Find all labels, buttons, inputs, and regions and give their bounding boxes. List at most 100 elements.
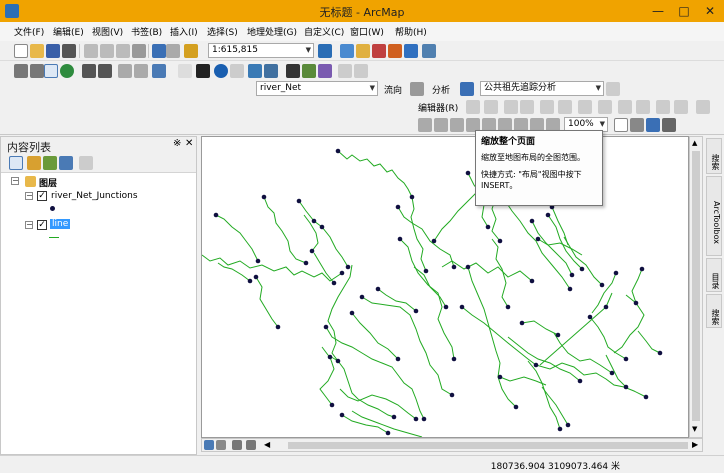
- delete-icon[interactable]: [132, 44, 146, 58]
- flag-icon[interactable]: [460, 82, 474, 96]
- search-tab[interactable]: 搜索: [706, 138, 722, 174]
- list-by-drawing-order-icon[interactable]: [9, 156, 23, 170]
- pan-icon[interactable]: [44, 64, 58, 78]
- trace-icon[interactable]: [540, 100, 554, 114]
- layout-pan-icon[interactable]: [450, 118, 464, 132]
- measure-icon[interactable]: [264, 64, 278, 78]
- collapse-icon[interactable]: −: [11, 177, 19, 185]
- data-view-icon[interactable]: [204, 440, 214, 450]
- new-document-icon[interactable]: [14, 44, 28, 58]
- scroll-down-icon[interactable]: ▼: [692, 425, 697, 433]
- paste-icon[interactable]: [116, 44, 130, 58]
- map-scale-combo[interactable]: 1:615,815 ▼: [208, 43, 314, 58]
- list-by-selection-icon[interactable]: [59, 156, 73, 170]
- flow-direction-menu[interactable]: 流向: [384, 83, 402, 96]
- zoom-out-icon[interactable]: [30, 64, 44, 78]
- straight-segment-icon[interactable]: [504, 100, 518, 114]
- analysis-menu[interactable]: 分析: [432, 83, 450, 96]
- create-viewer-icon[interactable]: [354, 64, 368, 78]
- menu-window[interactable]: 窗口(W): [350, 25, 384, 38]
- layout-zoom-out-icon[interactable]: [434, 118, 448, 132]
- close-icon[interactable]: ✕: [697, 2, 723, 20]
- print-icon[interactable]: [62, 44, 76, 58]
- layer-name-line[interactable]: line: [50, 219, 71, 229]
- full-extent-icon[interactable]: [60, 64, 74, 78]
- catalog-tab[interactable]: 目录: [706, 258, 722, 292]
- scroll-up-icon[interactable]: ▲: [692, 139, 697, 147]
- close-panel-icon[interactable]: ✕: [185, 138, 193, 149]
- layer-visibility-checkbox[interactable]: ✓: [37, 220, 47, 230]
- menu-help[interactable]: 帮助(H): [395, 25, 427, 38]
- find-icon[interactable]: [286, 64, 300, 78]
- toc-window-icon[interactable]: [340, 44, 354, 58]
- editor-toolbar-icon[interactable]: [318, 44, 332, 58]
- time-slider-icon[interactable]: [338, 64, 352, 78]
- minimize-icon[interactable]: —: [645, 2, 671, 20]
- go-to-xy-icon[interactable]: [318, 64, 332, 78]
- endpoint-arc-icon[interactable]: [520, 100, 534, 114]
- solve-icon[interactable]: [606, 82, 620, 96]
- layers-root-label[interactable]: 图层: [39, 176, 57, 189]
- scrollbar-thumb[interactable]: [692, 151, 700, 421]
- catalog-window-icon[interactable]: [356, 44, 370, 58]
- reshape-icon[interactable]: [578, 100, 592, 114]
- html-popup-icon[interactable]: [248, 64, 262, 78]
- map-display[interactable]: [201, 136, 689, 438]
- save-icon[interactable]: [46, 44, 60, 58]
- maximize-icon[interactable]: □: [671, 2, 697, 20]
- trace-task-combo[interactable]: 公共祖先追踪分析 ▼: [480, 81, 604, 96]
- data-driven-pages-icon[interactable]: [662, 118, 676, 132]
- layer-name-river-net-junctions[interactable]: river_Net_Junctions: [51, 191, 138, 201]
- change-layout-icon[interactable]: [646, 118, 660, 132]
- rotate-icon[interactable]: [636, 100, 650, 114]
- layer-visibility-checkbox[interactable]: ✓: [37, 191, 47, 201]
- fixed-zoom-out-icon[interactable]: [98, 64, 112, 78]
- attributes-icon[interactable]: [656, 100, 670, 114]
- menu-edit[interactable]: 编辑(E): [53, 25, 84, 38]
- zoom-in-icon[interactable]: [14, 64, 28, 78]
- map-horizontal-scrollbar[interactable]: ◀ ▶: [201, 438, 703, 452]
- collapse-icon[interactable]: −: [25, 192, 33, 200]
- refresh-icon[interactable]: [232, 440, 242, 450]
- list-by-visibility-icon[interactable]: [43, 156, 57, 170]
- create-features-icon[interactable]: [696, 100, 710, 114]
- layout-view-icon[interactable]: [216, 440, 226, 450]
- fixed-zoom-in-icon[interactable]: [82, 64, 96, 78]
- identify-icon[interactable]: [214, 64, 228, 78]
- menu-file[interactable]: 文件(F): [14, 25, 44, 38]
- hyperlink-icon[interactable]: [230, 64, 244, 78]
- scroll-left-icon[interactable]: ◀: [264, 440, 270, 449]
- menu-insert[interactable]: 插入(I): [170, 25, 198, 38]
- search-tab-2[interactable]: 搜索: [706, 294, 722, 328]
- cut-icon[interactable]: [84, 44, 98, 58]
- focus-data-frame-icon[interactable]: [630, 118, 644, 132]
- model-builder-icon[interactable]: [422, 44, 436, 58]
- network-layer-combo[interactable]: river_Net ▼: [256, 81, 378, 96]
- editor-menu[interactable]: 编辑器(R): [418, 101, 458, 114]
- python-window-icon[interactable]: [404, 44, 418, 58]
- menu-view[interactable]: 视图(V): [92, 25, 123, 38]
- search-window-icon[interactable]: [372, 44, 386, 58]
- menu-bookmarks[interactable]: 书签(B): [131, 25, 162, 38]
- scroll-right-icon[interactable]: ▶: [692, 440, 698, 449]
- edit-vertices-icon[interactable]: [558, 100, 572, 114]
- toggle-draft-mode-icon[interactable]: [614, 118, 628, 132]
- forward-extent-icon[interactable]: [134, 64, 148, 78]
- select-features-icon[interactable]: [152, 64, 166, 78]
- undo-icon[interactable]: [152, 44, 166, 58]
- add-data-icon[interactable]: [184, 44, 198, 58]
- open-icon[interactable]: [30, 44, 44, 58]
- split-icon[interactable]: [618, 100, 632, 114]
- cut-polygon-icon[interactable]: [598, 100, 612, 114]
- layout-zoom-in-icon[interactable]: [418, 118, 432, 132]
- sketch-properties-icon[interactable]: [674, 100, 688, 114]
- scrollbar-thumb[interactable]: [288, 442, 688, 449]
- clear-selection-icon[interactable]: [178, 64, 192, 78]
- pause-drawing-icon[interactable]: [246, 440, 256, 450]
- pin-icon[interactable]: ※: [173, 138, 181, 149]
- back-extent-icon[interactable]: [118, 64, 132, 78]
- edit-tool-icon[interactable]: [466, 100, 480, 114]
- flow-arrows-icon[interactable]: [410, 82, 424, 96]
- edit-annotation-icon[interactable]: [484, 100, 498, 114]
- collapse-icon[interactable]: −: [25, 221, 33, 229]
